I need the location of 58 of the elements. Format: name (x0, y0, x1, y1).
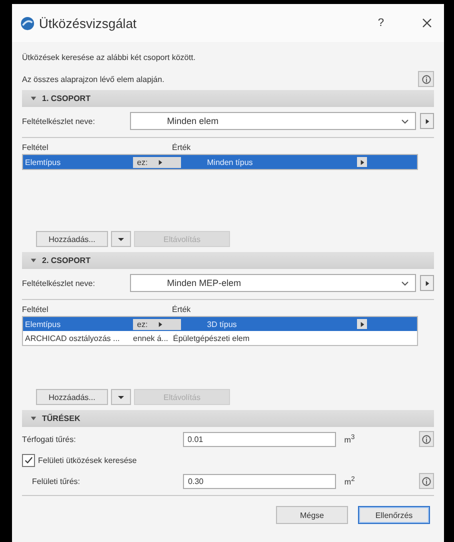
caret-down-icon (118, 238, 124, 240)
info-button[interactable] (418, 431, 434, 447)
triangle-icon (30, 95, 37, 102)
field-label: Feltételkészlet neve: (22, 278, 96, 288)
column-header: Érték (172, 304, 191, 314)
triangle-right-icon[interactable] (158, 322, 163, 326)
surface-checkbox[interactable]: Felületi ütközések keresése (22, 451, 434, 469)
field-label: Felületi tűrés: (31, 476, 82, 486)
unit-label: m$^{2}$ (343, 476, 356, 486)
window-title: Ütközésvizsgálat (39, 16, 138, 30)
chevron-down-icon (401, 117, 409, 125)
column-header: Feltétel (22, 304, 50, 314)
criteria-set-dropdown[interactable]: Minden elem (130, 112, 416, 130)
triangle-right-icon (360, 160, 364, 164)
triangle-icon (30, 257, 37, 264)
checkbox[interactable] (22, 454, 35, 466)
criteria-row[interactable]: ARCHICAD osztályozás ... ennek á... Épületgépészeti elem (23, 331, 417, 345)
column-header: Feltétel (22, 142, 50, 152)
section-header[interactable]: 2. CSOPORT (22, 252, 434, 269)
input-field[interactable]: 0.01 (182, 432, 336, 446)
help-button[interactable]: ? (374, 17, 388, 29)
info-icon (422, 434, 431, 444)
field-label: Térfogati tűrés: (22, 434, 77, 444)
intro-text: Ütközések keresése az alábbi két csoport között. (22, 52, 196, 62)
caret-down-icon (118, 396, 124, 398)
criteria-row[interactable]: Elemtípus ez: Minden típus (23, 155, 417, 169)
arrow-button[interactable] (420, 275, 434, 291)
info-icon (422, 476, 431, 486)
triangle-right-icon (424, 118, 430, 124)
arrow-button[interactable] (357, 319, 367, 329)
add-button[interactable]: Hozzáadás... (36, 389, 108, 405)
input-field[interactable]: 0.30 (182, 474, 336, 488)
check-button[interactable]: Ellenőrzés (358, 506, 430, 524)
triangle-right-icon[interactable] (158, 160, 163, 164)
field-label: Feltételkészlet neve: (22, 116, 96, 126)
app-icon (20, 16, 35, 30)
arrow-button[interactable] (420, 113, 434, 129)
info-icon (422, 74, 430, 84)
info-button[interactable] (418, 71, 434, 87)
criteria-set-dropdown[interactable]: Minden MEP-elem (130, 274, 416, 292)
cancel-button[interactable]: Mégse (276, 506, 348, 524)
triangle-icon (30, 415, 37, 422)
unit-label: m$^{3}$ (343, 434, 356, 444)
add-button[interactable]: Hozzáadás... (36, 231, 108, 247)
dropdown-button[interactable] (111, 231, 131, 247)
column-header: Érték (172, 142, 191, 152)
dropdown-button[interactable] (111, 389, 131, 405)
section-header[interactable]: 1. CSOPORT (22, 90, 434, 107)
criteria-row[interactable]: Elemtípus ez: 3D típus (23, 317, 417, 331)
check-icon (24, 456, 33, 464)
triangle-right-icon (424, 280, 430, 286)
triangle-right-icon (360, 322, 364, 326)
section-header[interactable]: TŰRÉSEK (22, 410, 434, 427)
close-icon[interactable] (422, 18, 432, 28)
info-button[interactable] (418, 473, 434, 489)
chevron-down-icon (401, 279, 409, 287)
intro-text: Az összes alaprajzon lévő elem alapján. (22, 74, 164, 84)
arrow-button[interactable] (357, 157, 367, 167)
